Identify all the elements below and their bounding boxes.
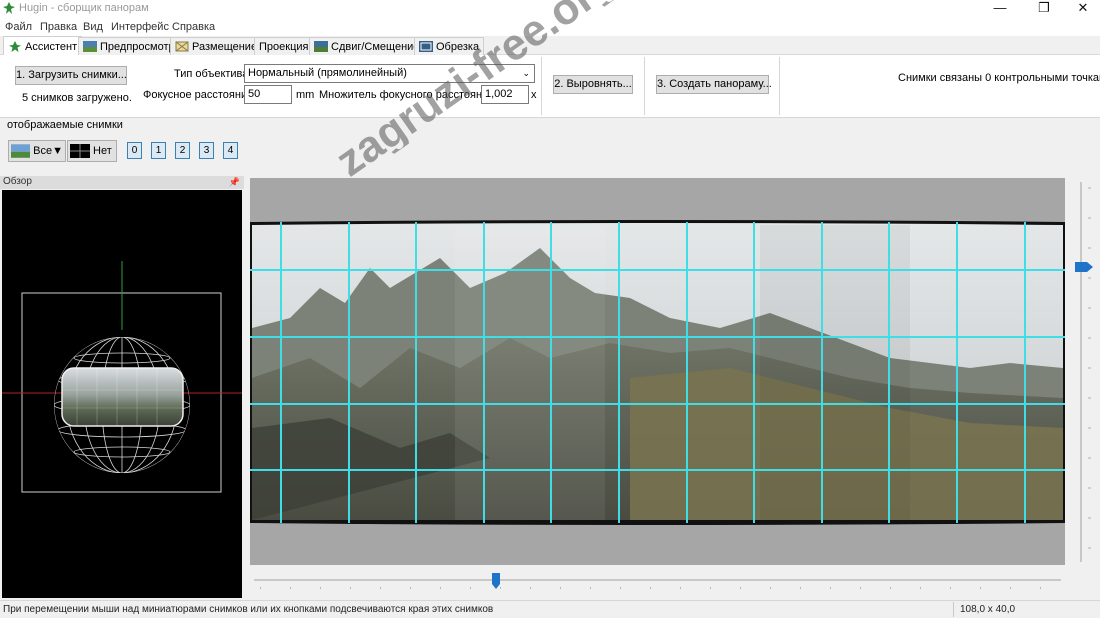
- tab-preview-label: Предпросмотр: [100, 40, 175, 53]
- menu-edit[interactable]: Правка: [40, 21, 77, 33]
- horizontal-slider-thumb: [492, 573, 500, 589]
- lens-type-select[interactable]: Нормальный (прямолинейный) ⌄: [244, 64, 535, 83]
- menu-interface[interactable]: Интерфейс: [111, 21, 169, 33]
- horizontal-fov-slider[interactable]: [250, 570, 1065, 592]
- status-message: При перемещении мыши над миниатюрами сни…: [3, 604, 494, 615]
- separator: [541, 57, 542, 115]
- show-all-label: Все▼: [33, 145, 63, 157]
- lens-type-value: Нормальный (прямолинейный): [248, 67, 407, 79]
- tab-layout[interactable]: Размещение: [170, 37, 263, 55]
- tab-assistant[interactable]: Ассистент: [3, 36, 83, 56]
- hugin-app-icon: [3, 2, 15, 14]
- overview-header: Обзор 📌: [0, 176, 244, 189]
- menu-bar: Файл Правка Вид Интерфейс Справка: [0, 18, 1100, 36]
- minimize-button[interactable]: —: [982, 0, 1018, 18]
- status-separator: [953, 602, 954, 617]
- no-images-icon: [70, 144, 90, 158]
- overview-title: Обзор: [3, 176, 32, 187]
- menu-help[interactable]: Справка: [172, 21, 215, 33]
- panorama-image: [250, 220, 1065, 525]
- tab-crop-label: Обрезка: [436, 40, 480, 53]
- tab-move-label: Сдвиг/Смещение: [331, 40, 420, 53]
- tab-preview[interactable]: Предпросмотр: [78, 37, 180, 55]
- show-none-button[interactable]: Нет: [67, 140, 117, 162]
- tab-layout-label: Размещение: [192, 40, 258, 53]
- focal-length-field[interactable]: 50: [244, 85, 292, 104]
- crop-icon: [419, 41, 433, 52]
- crop-factor-field[interactable]: 1,002: [481, 85, 529, 104]
- tab-move[interactable]: Сдвиг/Смещение: [309, 37, 425, 55]
- separator: [779, 57, 780, 115]
- pin-icon[interactable]: 📌: [229, 176, 240, 188]
- image-toggle-1[interactable]: 1: [151, 142, 166, 159]
- focal-length-unit: mm: [296, 89, 315, 101]
- overview-panel: Обзор 📌: [0, 176, 244, 600]
- vertical-slider-thumb: [1075, 262, 1093, 272]
- title-bar: Hugin - сборщик панорам — ❐ ✕: [0, 0, 1100, 18]
- maximize-button[interactable]: ❐: [1026, 0, 1062, 18]
- chevron-down-icon: ⌄: [522, 68, 530, 78]
- crop-factor-unit: x: [531, 89, 537, 101]
- show-all-button[interactable]: Все▼: [8, 140, 66, 162]
- loaded-status: 5 снимков загружено.: [22, 92, 132, 104]
- vertical-slider-track: [1075, 182, 1093, 562]
- status-bar: При перемещении мыши над миниатюрами сни…: [0, 600, 1100, 618]
- align-button[interactable]: 2. Выровнять...: [553, 75, 633, 94]
- panosphere-view: [2, 261, 242, 493]
- lens-type-label: Тип объектива:: [174, 68, 252, 80]
- horizontal-slider-track: [254, 573, 1061, 589]
- image-toggle-2[interactable]: 2: [175, 142, 190, 159]
- show-none-label: Нет: [93, 145, 112, 157]
- separator: [644, 57, 645, 115]
- panorama-preview[interactable]: [250, 178, 1065, 565]
- crop-factor-label: Множитель фокусного расстояния:: [319, 89, 498, 101]
- overview-canvas[interactable]: [2, 190, 242, 598]
- vertical-fov-slider[interactable]: [1075, 178, 1095, 568]
- layout-icon: [175, 41, 189, 52]
- tab-projection[interactable]: Проекция: [254, 37, 314, 55]
- menu-view[interactable]: Вид: [83, 21, 103, 33]
- tab-projection-label: Проекция: [259, 40, 309, 53]
- close-button[interactable]: ✕: [1065, 0, 1100, 18]
- all-images-icon: [11, 144, 31, 158]
- tab-assistant-label: Ассистент: [25, 40, 78, 53]
- assistant-panel: 1. Загрузить снимки... 5 снимков загруже…: [0, 55, 1100, 118]
- fov-readout: 108,0 x 40,0: [960, 604, 1016, 615]
- window-title: Hugin - сборщик панорам: [19, 2, 149, 14]
- tab-crop[interactable]: Обрезка: [414, 37, 485, 55]
- create-panorama-button[interactable]: 3. Создать панораму...: [656, 75, 772, 94]
- assistant-icon: [9, 41, 21, 52]
- menu-file[interactable]: Файл: [5, 21, 32, 33]
- image-toggle-0[interactable]: 0: [127, 142, 142, 159]
- load-images-button[interactable]: 1. Загрузить снимки...: [15, 66, 127, 85]
- move-icon: [314, 41, 328, 52]
- displayed-images-label: отображаемые снимки: [7, 119, 123, 131]
- tab-bar: Ассистент Предпросмотр Размещение Проекц…: [0, 36, 1100, 56]
- control-points-status: Снимки связаны 0 контрольными точками.: [898, 72, 1100, 84]
- preview-icon: [83, 41, 97, 52]
- image-toggle-3[interactable]: 3: [199, 142, 214, 159]
- image-toggle-4[interactable]: 4: [223, 142, 238, 159]
- focal-length-label: Фокусное расстояние:: [143, 89, 257, 101]
